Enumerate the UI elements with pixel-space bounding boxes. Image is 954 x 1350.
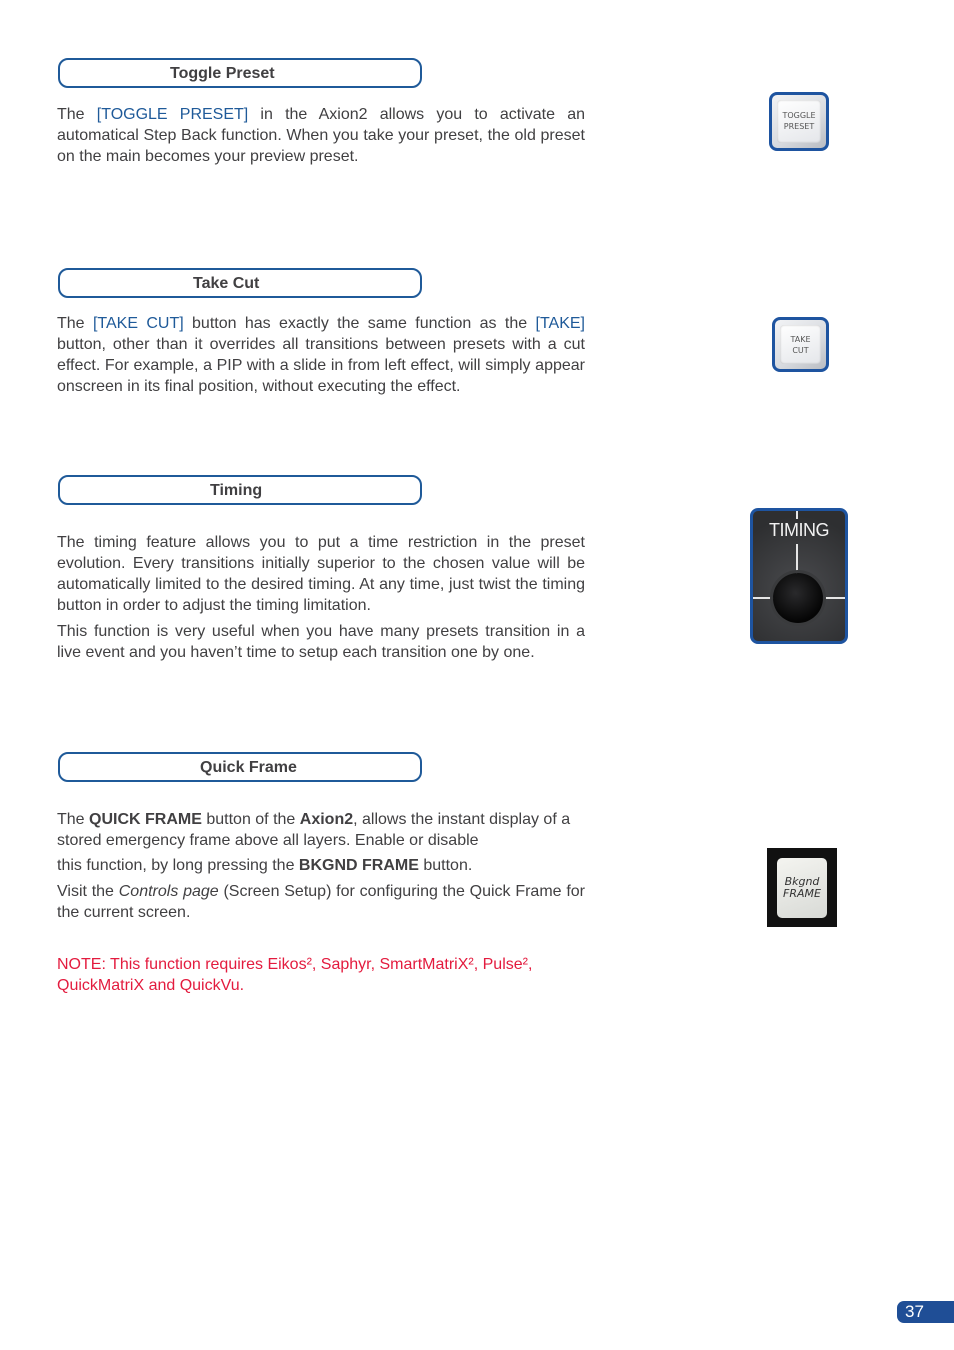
text: The xyxy=(57,106,97,123)
text: button has exactly the same function as … xyxy=(183,315,536,332)
key-label-line: TOGGLE xyxy=(782,111,816,121)
axion2-keyword: Axion2 xyxy=(299,811,354,828)
controls-page-reference: Controls page xyxy=(118,883,219,900)
key-label-line: TAKE xyxy=(790,334,811,344)
timing-description: The timing feature allows you to put a t… xyxy=(57,534,585,614)
key-label-line: CUT xyxy=(792,345,809,355)
bkgnd-frame-key-image: Bkgnd FRAME xyxy=(767,848,837,927)
text: The xyxy=(57,811,90,828)
toggle-preset-description: The [TOGGLE PRESET] in the Axion2 allows… xyxy=(57,104,585,167)
text: Visit the xyxy=(57,883,119,900)
section-header-take-cut: Take Cut xyxy=(58,268,422,298)
section-title: Timing xyxy=(210,482,263,499)
take-keyword: [TAKE] xyxy=(535,315,586,332)
compatibility-note: NOTE: This function requires Eikos², Sap… xyxy=(57,956,533,994)
toggle-preset-key-image: TOGGLE PRESET xyxy=(769,92,829,151)
section-header-quick-frame: Quick Frame xyxy=(58,752,422,782)
timing-label: TIMING xyxy=(769,520,830,540)
text: this function, by long pressing the xyxy=(57,857,299,874)
bkgnd-frame-keyword: BKGND FRAME xyxy=(298,857,419,874)
toggle-preset-keyword: [TOGGLE PRESET] xyxy=(96,106,249,123)
timing-usage-note: This function is very useful when you ha… xyxy=(57,623,585,661)
knob-icon xyxy=(773,573,823,623)
key-label-line: FRAME xyxy=(783,886,821,900)
section-title: Take Cut xyxy=(193,275,260,292)
take-cut-key-image: TAKE CUT xyxy=(772,317,829,372)
quick-frame-enable-text: this function, by long pressing the BKGN… xyxy=(57,855,585,876)
quick-frame-config-text: Visit the Controls page (Screen Setup) f… xyxy=(57,881,585,923)
quick-frame-description: The QUICK FRAME button of the Axion2, al… xyxy=(57,809,585,851)
key-label-line: PRESET xyxy=(783,122,815,132)
timing-knob-image: TIMING xyxy=(750,508,848,644)
quick-frame-keyword: QUICK FRAME xyxy=(89,811,202,828)
section-title: Toggle Preset xyxy=(170,65,275,82)
text: button, other than it overrides all tran… xyxy=(57,336,585,395)
key-label-line: Bkgnd xyxy=(784,874,820,888)
text: button. xyxy=(418,857,473,874)
text: button of the xyxy=(201,811,300,828)
section-title: Quick Frame xyxy=(200,759,297,776)
take-cut-keyword: [TAKE CUT] xyxy=(92,315,184,332)
marker-line xyxy=(796,544,798,576)
text: The xyxy=(57,315,93,332)
take-cut-description: The [TAKE CUT] button has exactly the sa… xyxy=(57,313,585,397)
marker-line xyxy=(796,511,798,519)
page-number: 37 xyxy=(897,1301,954,1323)
section-header-timing: Timing xyxy=(58,475,422,505)
section-header-toggle-preset: Toggle Preset xyxy=(58,58,422,88)
